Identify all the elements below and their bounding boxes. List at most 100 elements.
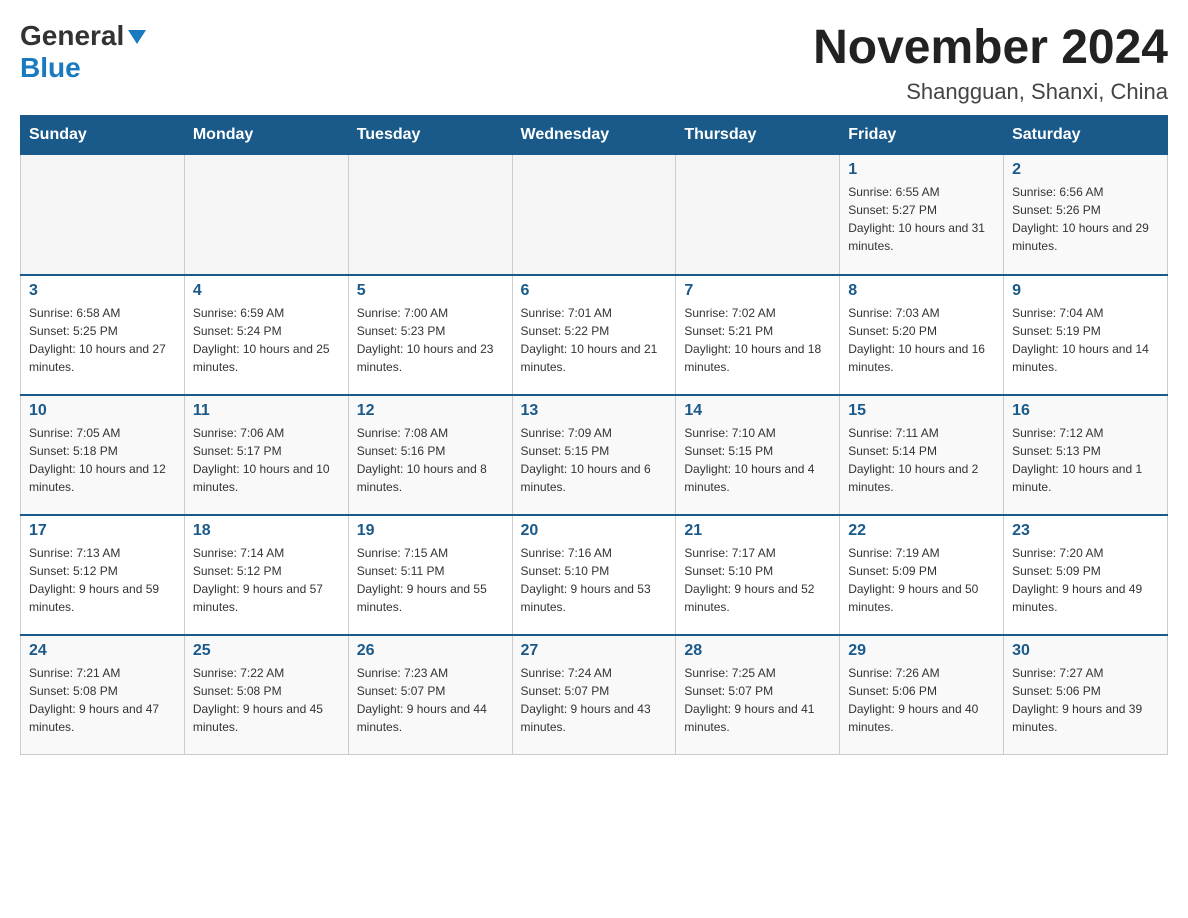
- calendar-cell: 4Sunrise: 6:59 AMSunset: 5:24 PMDaylight…: [184, 275, 348, 395]
- calendar-cell: 3 Sunrise: 6:58 AMSunset: 5:25 PMDaylight…: [21, 275, 185, 395]
- calendar-cell: 9 Sunrise: 7:04 AMSunset: 5:19 PMDaylight…: [1004, 275, 1168, 395]
- day-info: Sunrise: 7:04 AMSunset: 5:19 PMDaylight:…: [1012, 304, 1159, 376]
- day-number: 30: [1012, 642, 1159, 660]
- day-info: Sunrise: 7:26 AMSunset: 5:06 PMDaylight:…: [848, 664, 995, 736]
- day-number: 21: [684, 522, 831, 540]
- day-number: 15: [848, 402, 995, 420]
- logo-arrow-icon: [126, 26, 148, 48]
- calendar-cell: [676, 155, 840, 275]
- header-thursday: Thursday: [676, 116, 840, 155]
- calendar-cell: 23Sunrise: 7:20 AMSunset: 5:09 PMDayligh…: [1004, 515, 1168, 635]
- calendar-cell: 6 Sunrise: 7:01 AMSunset: 5:22 PMDaylight…: [512, 275, 676, 395]
- calendar-cell: 12Sunrise: 7:08 AMSunset: 5:16 PMDayligh…: [348, 395, 512, 515]
- calendar-cell: 16 Sunrise: 7:12 AMSunset: 5:13 PMDayligh…: [1004, 395, 1168, 515]
- day-number: 26: [357, 642, 504, 660]
- weekday-header-row: Sunday Monday Tuesday Wednesday Thursday…: [21, 116, 1168, 155]
- logo: General Blue: [20, 20, 148, 84]
- calendar-cell: 21Sunrise: 7:17 AMSunset: 5:10 PMDayligh…: [676, 515, 840, 635]
- calendar-cell: 17 Sunrise: 7:13 AMSunset: 5:12 PMDayligh…: [21, 515, 185, 635]
- day-info: Sunrise: 7:16 AMSunset: 5:10 PMDaylight:…: [521, 544, 668, 616]
- day-info: Sunrise: 7:09 AMSunset: 5:15 PMDaylight:…: [521, 424, 668, 496]
- day-info: Sunrise: 7:27 AMSunset: 5:06 PMDaylight:…: [1012, 664, 1159, 736]
- day-info: Sunrise: 7:01 AMSunset: 5:22 PMDaylight:…: [521, 304, 668, 376]
- day-number: 3: [29, 282, 176, 300]
- day-number: 14: [684, 402, 831, 420]
- calendar-cell: 19 Sunrise: 7:15 AMSunset: 5:11 PMDayligh…: [348, 515, 512, 635]
- week-row-0: 1 Sunrise: 6:55 AMSunset: 5:27 PMDaylight…: [21, 155, 1168, 275]
- calendar-cell: [21, 155, 185, 275]
- day-number: 10: [29, 402, 176, 420]
- calendar-cell: 13Sunrise: 7:09 AMSunset: 5:15 PMDayligh…: [512, 395, 676, 515]
- calendar-cell: 5 Sunrise: 7:00 AMSunset: 5:23 PMDaylight…: [348, 275, 512, 395]
- day-info: Sunrise: 7:24 AMSunset: 5:07 PMDaylight:…: [521, 664, 668, 736]
- day-info: Sunrise: 7:02 AMSunset: 5:21 PMDaylight:…: [684, 304, 831, 376]
- calendar-cell: 15 Sunrise: 7:11 AMSunset: 5:14 PMDayligh…: [840, 395, 1004, 515]
- day-info: Sunrise: 6:56 AMSunset: 5:26 PMDaylight:…: [1012, 183, 1159, 255]
- day-number: 12: [357, 402, 504, 420]
- day-number: 24: [29, 642, 176, 660]
- day-number: 17: [29, 522, 176, 540]
- calendar-subtitle: Shangguan, Shanxi, China: [813, 79, 1168, 105]
- title-section: November 2024 Shangguan, Shanxi, China: [813, 20, 1168, 105]
- day-number: 6: [521, 282, 668, 300]
- week-row-4: 24Sunrise: 7:21 AMSunset: 5:08 PMDayligh…: [21, 635, 1168, 755]
- logo-blue-text: Blue: [20, 52, 81, 83]
- calendar-cell: [184, 155, 348, 275]
- day-number: 18: [193, 522, 340, 540]
- calendar-table: Sunday Monday Tuesday Wednesday Thursday…: [20, 115, 1168, 755]
- day-number: 1: [848, 161, 995, 179]
- day-info: Sunrise: 7:22 AMSunset: 5:08 PMDaylight:…: [193, 664, 340, 736]
- day-info: Sunrise: 6:58 AMSunset: 5:25 PMDaylight:…: [29, 304, 176, 376]
- day-number: 27: [521, 642, 668, 660]
- calendar-cell: [512, 155, 676, 275]
- day-number: 2: [1012, 161, 1159, 179]
- day-info: Sunrise: 7:13 AMSunset: 5:12 PMDaylight:…: [29, 544, 176, 616]
- day-number: 29: [848, 642, 995, 660]
- day-number: 7: [684, 282, 831, 300]
- header-tuesday: Tuesday: [348, 116, 512, 155]
- day-number: 22: [848, 522, 995, 540]
- calendar-title: November 2024: [813, 20, 1168, 75]
- calendar-cell: 26 Sunrise: 7:23 AMSunset: 5:07 PMDayligh…: [348, 635, 512, 755]
- calendar-cell: 27 Sunrise: 7:24 AMSunset: 5:07 PMDayligh…: [512, 635, 676, 755]
- calendar-cell: 8Sunrise: 7:03 AMSunset: 5:20 PMDaylight…: [840, 275, 1004, 395]
- day-info: Sunrise: 7:25 AMSunset: 5:07 PMDaylight:…: [684, 664, 831, 736]
- header-wednesday: Wednesday: [512, 116, 676, 155]
- day-number: 9: [1012, 282, 1159, 300]
- week-row-2: 10Sunrise: 7:05 AMSunset: 5:18 PMDayligh…: [21, 395, 1168, 515]
- day-number: 8: [848, 282, 995, 300]
- calendar-cell: 25 Sunrise: 7:22 AMSunset: 5:08 PMDayligh…: [184, 635, 348, 755]
- day-info: Sunrise: 7:14 AMSunset: 5:12 PMDaylight:…: [193, 544, 340, 616]
- day-info: Sunrise: 7:23 AMSunset: 5:07 PMDaylight:…: [357, 664, 504, 736]
- calendar-cell: [348, 155, 512, 275]
- calendar-cell: 22 Sunrise: 7:19 AMSunset: 5:09 PMDayligh…: [840, 515, 1004, 635]
- header-monday: Monday: [184, 116, 348, 155]
- day-info: Sunrise: 7:20 AMSunset: 5:09 PMDaylight:…: [1012, 544, 1159, 616]
- day-number: 20: [521, 522, 668, 540]
- day-info: Sunrise: 7:12 AMSunset: 5:13 PMDaylight:…: [1012, 424, 1159, 496]
- day-number: 19: [357, 522, 504, 540]
- logo-general-text: General: [20, 20, 124, 52]
- day-info: Sunrise: 7:06 AMSunset: 5:17 PMDaylight:…: [193, 424, 340, 496]
- day-info: Sunrise: 7:00 AMSunset: 5:23 PMDaylight:…: [357, 304, 504, 376]
- day-info: Sunrise: 7:15 AMSunset: 5:11 PMDaylight:…: [357, 544, 504, 616]
- day-info: Sunrise: 7:10 AMSunset: 5:15 PMDaylight:…: [684, 424, 831, 496]
- week-row-3: 17 Sunrise: 7:13 AMSunset: 5:12 PMDayligh…: [21, 515, 1168, 635]
- calendar-cell: 24Sunrise: 7:21 AMSunset: 5:08 PMDayligh…: [21, 635, 185, 755]
- calendar-cell: 28Sunrise: 7:25 AMSunset: 5:07 PMDayligh…: [676, 635, 840, 755]
- calendar-cell: 18 Sunrise: 7:14 AMSunset: 5:12 PMDayligh…: [184, 515, 348, 635]
- day-info: Sunrise: 6:55 AMSunset: 5:27 PMDaylight:…: [848, 183, 995, 255]
- day-info: Sunrise: 6:59 AMSunset: 5:24 PMDaylight:…: [193, 304, 340, 376]
- day-number: 11: [193, 402, 340, 420]
- day-number: 16: [1012, 402, 1159, 420]
- day-number: 25: [193, 642, 340, 660]
- day-info: Sunrise: 7:19 AMSunset: 5:09 PMDaylight:…: [848, 544, 995, 616]
- header-friday: Friday: [840, 116, 1004, 155]
- day-number: 5: [357, 282, 504, 300]
- calendar-cell: 7 Sunrise: 7:02 AMSunset: 5:21 PMDaylight…: [676, 275, 840, 395]
- header-sunday: Sunday: [21, 116, 185, 155]
- header: General Blue November 2024 Shangguan, Sh…: [20, 20, 1168, 105]
- calendar-cell: 10Sunrise: 7:05 AMSunset: 5:18 PMDayligh…: [21, 395, 185, 515]
- header-saturday: Saturday: [1004, 116, 1168, 155]
- day-info: Sunrise: 7:11 AMSunset: 5:14 PMDaylight:…: [848, 424, 995, 496]
